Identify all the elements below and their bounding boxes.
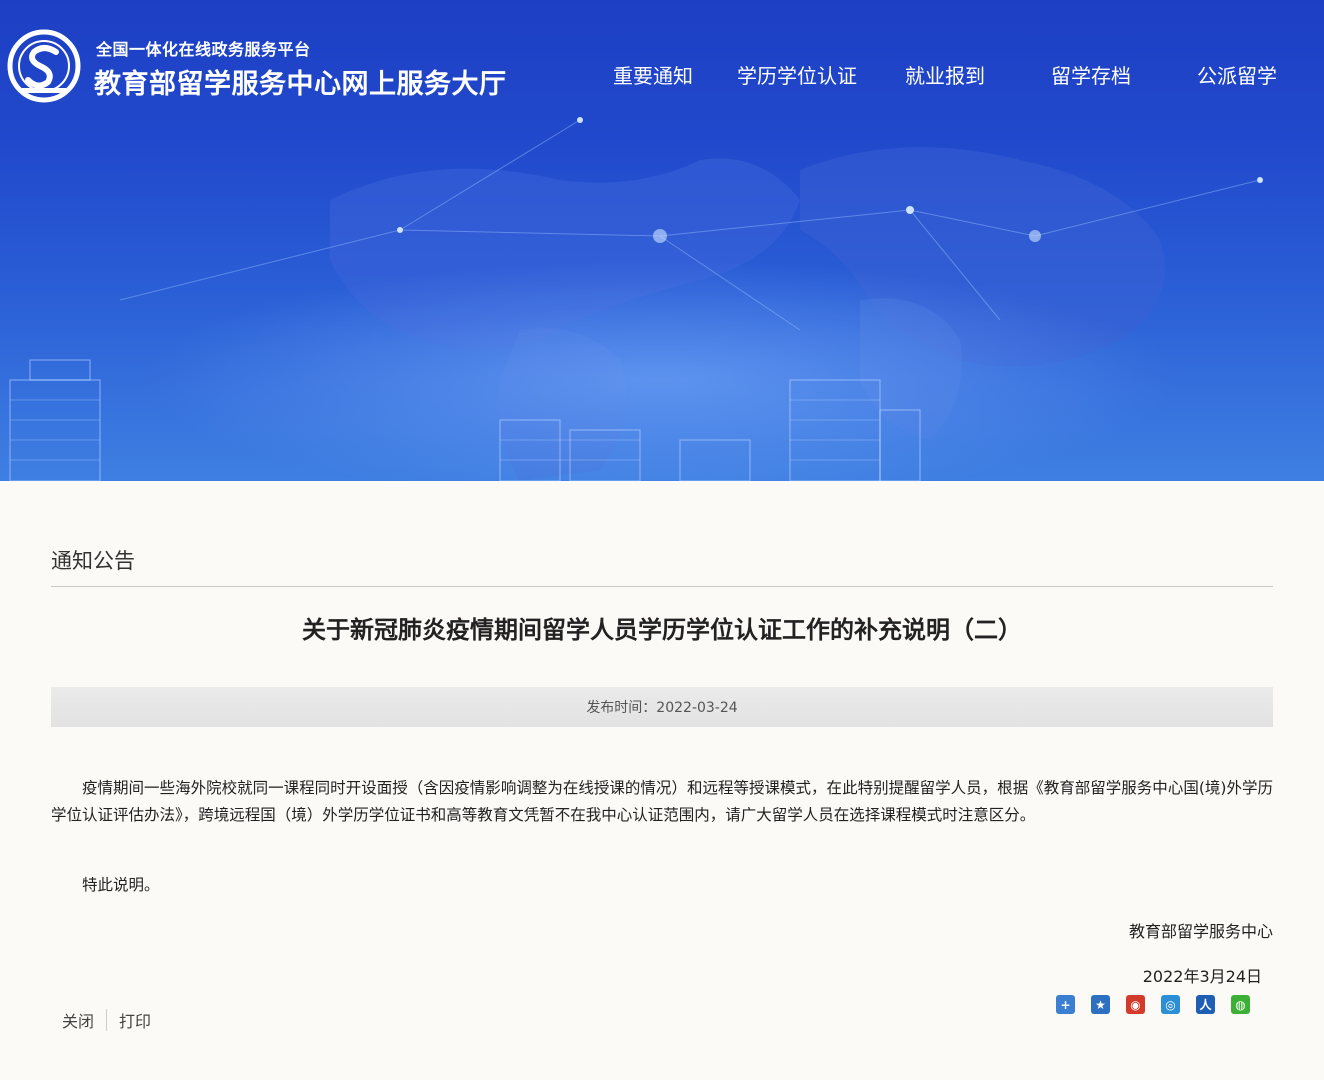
print-link[interactable]: 打印 [119,1008,151,1032]
renren-icon[interactable]: 人 [1196,995,1215,1014]
header-banner: 全国一体化在线政务服务平台 教育部留学服务中心网上服务大厅 重要通知 学历学位认… [0,0,1324,481]
article-body: 疫情期间一些海外院校就同一课程同时开设面授（含因疫情影响调整为在线授课的情况）和… [51,775,1273,829]
article-title: 关于新冠肺炎疫情期间留学人员学历学位认证工作的补充说明（二） [302,616,1022,644]
site-subtitle: 全国一体化在线政务服务平台 [96,40,311,59]
close-link[interactable]: 关闭 [62,1008,94,1032]
article-signature-date: 2022年3月24日 [1142,967,1262,986]
section-title: 通知公告 [51,549,135,573]
footer-divider [106,1009,108,1031]
nav-item-employment-registration[interactable]: 就业报到 [905,60,985,89]
nav-item-study-archive[interactable]: 留学存档 [1051,60,1131,89]
article-paragraph-closing: 特此说明。 [82,876,160,894]
plus-share-icon[interactable]: + [1056,995,1075,1014]
footer-actions: 关闭 打印 [62,1008,151,1032]
share-toolbar: + ★ ◉ ◎ 人 ◍ [1056,995,1250,1014]
article-paragraph: 疫情期间一些海外院校就同一课程同时开设面授（含因疫情影响调整为在线授课的情况）和… [51,779,1273,824]
weibo-icon[interactable]: ◉ [1126,995,1145,1014]
section-divider [51,586,1273,587]
qzone-icon[interactable]: ★ [1091,995,1110,1014]
nav-item-degree-certification[interactable]: 学历学位认证 [737,60,857,89]
wechat-icon[interactable]: ◍ [1231,995,1250,1014]
nav-item-notices[interactable]: 重要通知 [613,60,693,89]
publish-info-bar: 发布时间：2022-03-24 [51,687,1273,727]
article-signature: 教育部留学服务中心 [1128,922,1273,941]
publish-date: 发布时间：2022-03-24 [586,700,738,716]
main-nav: 重要通知 学历学位认证 就业报到 留学存档 公派留学 [0,60,1324,90]
tencent-weibo-icon[interactable]: ◎ [1161,995,1180,1014]
nav-item-government-sponsored[interactable]: 公派留学 [1197,60,1277,89]
